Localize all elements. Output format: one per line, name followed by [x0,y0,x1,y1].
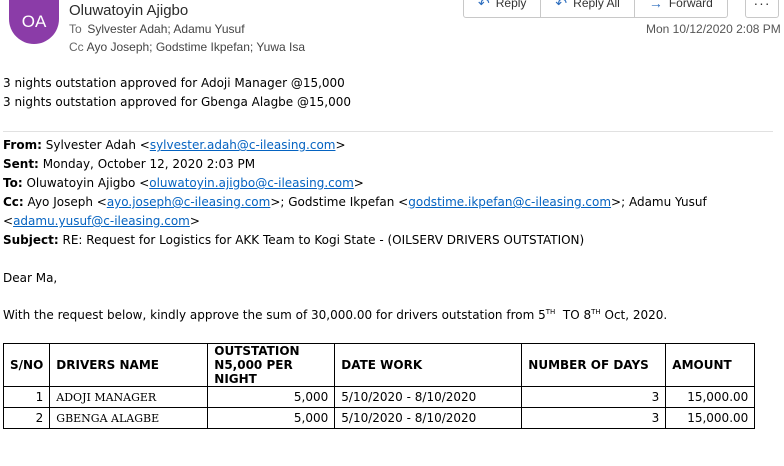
reply-all-icon: ↶ [555,0,568,11]
greeting: Dear Ma, [3,271,58,285]
from-email-link[interactable]: sylvester.adah@c-ileasing.com [150,138,336,152]
to-recipients[interactable]: Sylvester Adah; Adamu Yusuf [87,22,244,36]
header-drivers-name: DRIVERS NAME [49,343,209,387]
cc-name-3: >; Adamu Yusuf [611,195,707,209]
header-date-work: DATE WORK [334,343,523,387]
body-line-1: 3 nights outstation approved for Adoji M… [3,76,345,90]
quoted-to-label: To: [3,176,23,190]
sender-name[interactable]: Oluwatoyin Ajigbo [69,2,188,19]
avatar-initials: OA [21,12,47,31]
header-amount: AMOUNT [665,343,756,387]
cell-date-work: 5/10/2020 - 8/10/2020 [334,386,523,408]
cc-email-link-1[interactable]: ayo.joseph@c-ileasing.com [107,195,271,209]
reply-icon: ↶ [478,0,490,11]
subject-value: RE: Request for Logistics for AKK Team t… [62,233,585,247]
cc-label: Cc [69,40,84,54]
forward-icon: → [648,0,663,11]
to-email-link[interactable]: oluwatoyin.ajigbo@c-ileasing.com [149,176,354,190]
quote-separator [3,131,773,132]
from-name: Sylvester Adah < [45,138,150,152]
cell-driver-name: ADOJI MANAGER [49,386,209,408]
cell-outstation: 5,000 [207,386,336,408]
message-actions: ↶ Reply ↶ Reply All → Forward [463,0,728,18]
quoted-cc-cont: <adamu.yusuf@c-ileasing.com> [3,214,200,228]
quoted-sent: Sent: Monday, October 12, 2020 2:03 PM [3,157,255,171]
more-actions-button[interactable]: ··· [745,0,779,18]
cc-name-2: >; Godstime Ikpefan < [270,195,409,209]
table-header-row: S/NO DRIVERS NAME OUTSTATION N5,000 PER … [2,343,756,387]
request-text: With the request below, kindly approve t… [3,308,667,322]
outstation-table: S/NO DRIVERS NAME OUTSTATION N5,000 PER … [2,343,756,429]
reply-button[interactable]: ↶ Reply [464,0,542,17]
reply-label: Reply [495,0,527,10]
sent-label: Sent: [3,157,39,171]
cc-email-link-2[interactable]: godstime.ikpefan@c-ileasing.com [408,195,611,209]
cell-days: 3 [521,386,667,408]
cell-sno: 1 [2,386,51,408]
from-label: From: [3,138,42,152]
header-outstation: OUTSTATION N5,000 PER NIGHT [207,343,336,387]
reply-all-label: Reply All [573,0,620,10]
header-sno: S/NO [2,343,51,387]
more-icon: ··· [753,0,771,11]
request-part-1: With the request below, kindly approve t… [3,308,546,322]
forward-button[interactable]: → Forward [635,0,727,17]
cc-email-link-3[interactable]: adamu.yusuf@c-ileasing.com [13,214,190,228]
cc-name-1: Ayo Joseph < [27,195,107,209]
quoted-from: From: Sylvester Adah <sylvester.adah@c-i… [3,138,346,152]
quoted-cc-label: Cc: [3,195,24,209]
quoted-to-name: Oluwatoyin Ajigbo < [26,176,150,190]
cell-driver-name: GBENGA ALAGBE [49,407,209,429]
request-sup-2: TH [591,308,601,316]
subject-label: Subject: [3,233,59,247]
request-sup-1: TH [545,308,556,316]
cell-outstation: 5,000 [207,407,336,429]
cell-days: 3 [521,407,667,429]
body-line-2: 3 nights outstation approved for Gbenga … [3,95,351,109]
cc-recipients[interactable]: Ayo Joseph; Godstime Ikpefan; Yuwa Isa [87,40,305,54]
to-label: To [69,22,82,36]
cell-date-work: 5/10/2020 - 8/10/2020 [334,407,523,429]
sent-date: Mon 10/12/2020 2:08 PM [646,22,781,36]
table-row: 2 GBENGA ALAGBE 5,000 5/10/2020 - 8/10/2… [2,407,756,429]
sender-avatar[interactable]: OA [9,0,59,44]
quoted-to: To: Oluwatoyin Ajigbo <oluwatoyin.ajigbo… [3,176,364,190]
to-line: To Sylvester Adah; Adamu Yusuf [69,22,245,36]
reply-all-button[interactable]: ↶ Reply All [541,0,635,17]
cc-line: Cc Ayo Joseph; Godstime Ikpefan; Yuwa Is… [69,40,305,54]
quoted-subject: Subject: RE: Request for Logistics for A… [3,233,584,247]
cell-amount: 15,000.00 [665,407,756,429]
request-part-3: Oct, 2020. [600,308,668,322]
forward-label: Forward [668,0,713,10]
request-part-2: TO 8 [555,308,592,322]
header-number-of-days: NUMBER OF DAYS [521,343,667,387]
table-row: 1 ADOJI MANAGER 5,000 5/10/2020 - 8/10/2… [2,386,756,408]
cell-amount: 15,000.00 [665,386,756,408]
quoted-cc: Cc: Ayo Joseph <ayo.joseph@c-ileasing.co… [3,195,707,209]
cell-sno: 2 [2,407,51,429]
sent-value: Monday, October 12, 2020 2:03 PM [42,157,256,171]
